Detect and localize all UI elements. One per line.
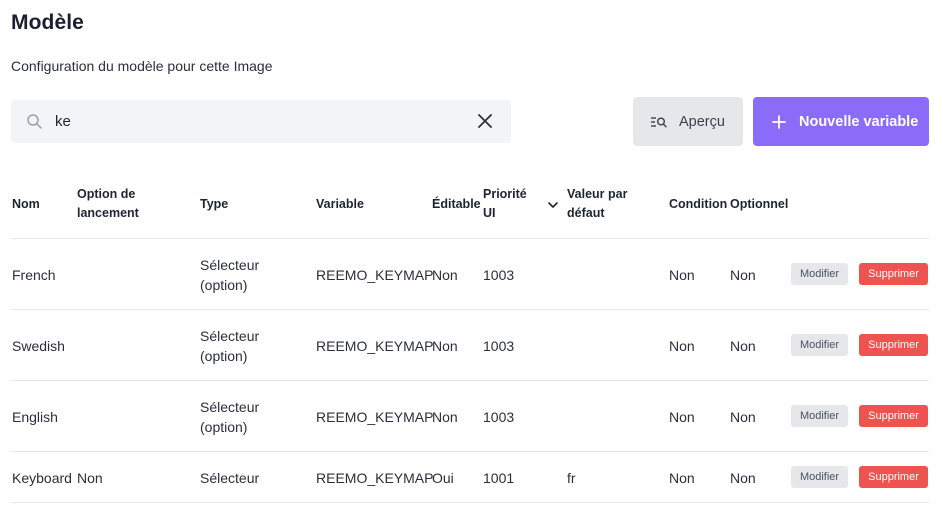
cell-nom: Keyboard [12, 470, 72, 486]
cell-editable: Non [432, 267, 458, 283]
new-variable-button[interactable]: Nouvelle variable [753, 97, 929, 146]
column-header-nom[interactable]: Nom [12, 195, 40, 214]
divider [11, 309, 929, 310]
cell-type: Sélecteur (option) [200, 399, 260, 435]
modify-button[interactable]: Modifier [791, 405, 848, 427]
cell-variable: REEMO_KEYMAP [316, 267, 434, 283]
cell-optionnel: Non [730, 338, 756, 354]
preview-button[interactable]: Aperçu [633, 97, 743, 146]
cell-priorite: 1003 [483, 338, 515, 354]
column-header-type[interactable]: Type [200, 195, 228, 214]
delete-button[interactable]: Supprimer [859, 334, 928, 356]
cell-condition: Non [669, 470, 695, 486]
close-icon[interactable] [475, 111, 495, 131]
cell-condition: Non [669, 409, 695, 425]
preview-list-icon [651, 116, 667, 128]
delete-button[interactable]: Supprimer [859, 466, 928, 488]
divider [11, 451, 929, 452]
column-header-editable[interactable]: Éditable [432, 195, 481, 214]
page-title: Modèle [11, 11, 84, 34]
cell-editable: Non [432, 409, 458, 425]
cell-editable: Oui [432, 470, 454, 486]
preview-button-label: Aperçu [679, 113, 725, 130]
cell-priorite: 1001 [483, 470, 515, 486]
cell-type: Sélecteur [200, 470, 260, 486]
delete-button[interactable]: Supprimer [859, 405, 928, 427]
delete-button[interactable]: Supprimer [859, 263, 928, 285]
column-header-valeur[interactable]: Valeur par défaut [567, 185, 637, 223]
column-header-condition[interactable]: Condition [669, 195, 727, 214]
cell-variable: REEMO_KEYMAP [316, 409, 434, 425]
search-icon [27, 114, 42, 129]
search-bar[interactable] [11, 100, 511, 143]
chevron-down-icon[interactable] [547, 200, 559, 210]
cell-nom: English [12, 409, 58, 425]
cell-variable: REEMO_KEYMAP [316, 470, 434, 486]
column-header-variable[interactable]: Variable [316, 195, 364, 214]
cell-type: Sélecteur (option) [200, 328, 260, 364]
cell-variable: REEMO_KEYMAP [316, 338, 434, 354]
cell-condition: Non [669, 338, 695, 354]
cell-nom: French [12, 267, 56, 283]
cell-nom: Swedish [12, 338, 65, 354]
divider [11, 380, 929, 381]
modify-button[interactable]: Modifier [791, 334, 848, 356]
cell-valeur: fr [567, 470, 576, 486]
cell-optionnel: Non [730, 409, 756, 425]
new-variable-button-label: Nouvelle variable [799, 113, 919, 130]
cell-priorite: 1003 [483, 409, 515, 425]
modify-button[interactable]: Modifier [791, 466, 848, 488]
divider [11, 238, 929, 239]
cell-type: Sélecteur (option) [200, 257, 260, 293]
column-header-priorite[interactable]: Priorité UI [483, 185, 535, 223]
column-header-option[interactable]: Option de lancement [77, 185, 157, 223]
cell-condition: Non [669, 267, 695, 283]
cell-priorite: 1003 [483, 267, 515, 283]
page-subtitle: Configuration du modèle pour cette Image [11, 58, 273, 74]
divider [11, 502, 929, 503]
modify-button[interactable]: Modifier [791, 263, 848, 285]
column-header-optionnel[interactable]: Optionnel [730, 195, 788, 214]
plus-icon [772, 114, 786, 129]
cell-editable: Non [432, 338, 458, 354]
cell-option: Non [77, 470, 103, 486]
cell-optionnel: Non [730, 267, 756, 283]
cell-optionnel: Non [730, 470, 756, 486]
search-input[interactable] [55, 100, 465, 143]
